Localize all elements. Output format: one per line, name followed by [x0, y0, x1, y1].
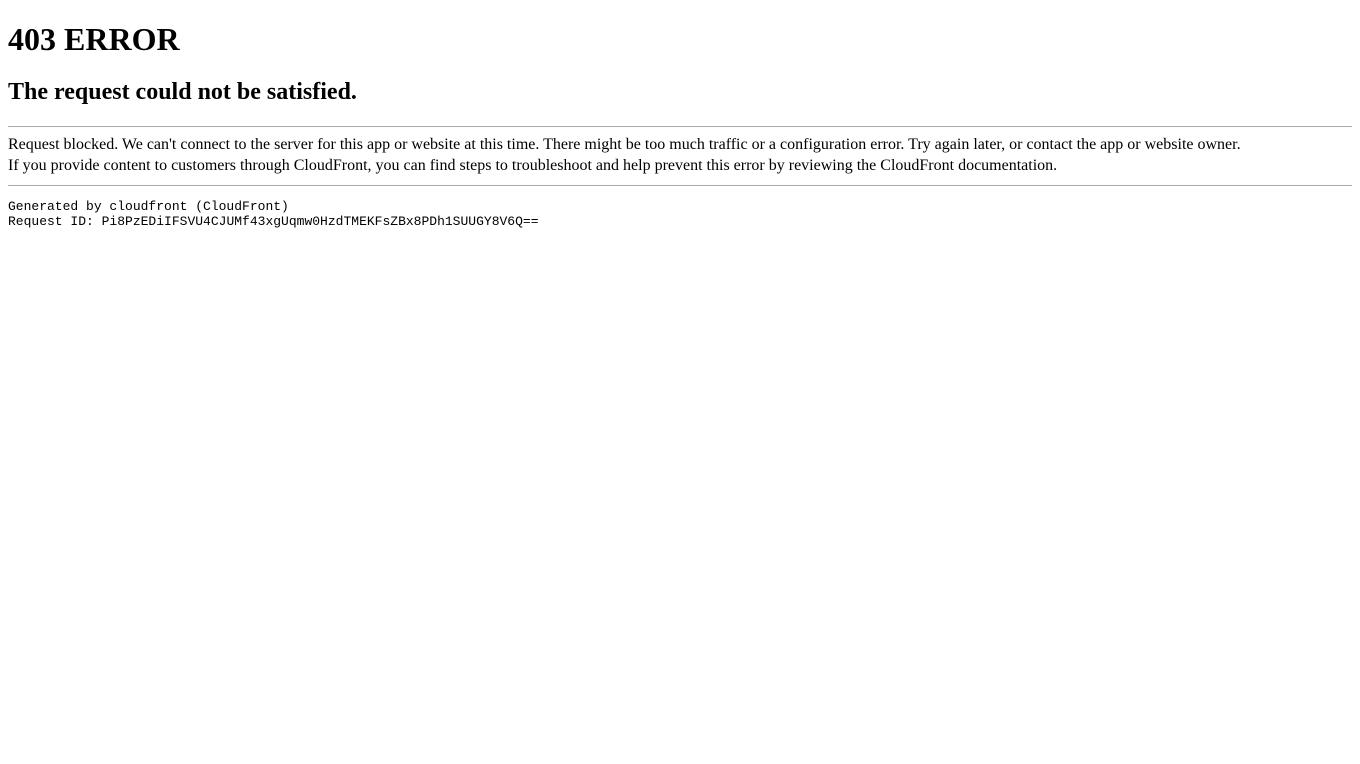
- divider-bottom: [8, 185, 1352, 186]
- generated-by-line: Generated by cloudfront (CloudFront): [8, 199, 289, 214]
- request-id-value: Pi8PzEDiIFSVU4CJUMf43xgUqmw0HzdTMEKFsZBx…: [102, 214, 539, 229]
- error-message-line1: Request blocked. We can't connect to the…: [8, 135, 1352, 156]
- request-id-label: Request ID:: [8, 214, 102, 229]
- divider-top: [8, 126, 1352, 127]
- error-details: Generated by cloudfront (CloudFront) Req…: [8, 199, 1352, 229]
- error-subtitle: The request could not be satisfied.: [8, 79, 1352, 106]
- error-message-line2: If you provide content to customers thro…: [8, 156, 1352, 177]
- error-title: 403 ERROR: [8, 21, 1352, 58]
